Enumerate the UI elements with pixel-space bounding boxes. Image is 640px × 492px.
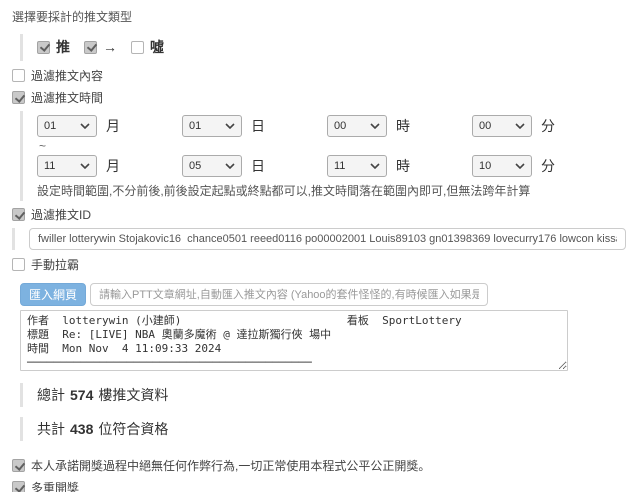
chevron-down-icon xyxy=(515,163,525,169)
to-month-select[interactable]: 11 xyxy=(37,155,97,177)
qualified-prefix: 共計 xyxy=(37,419,65,439)
total-suffix: 樓推文資料 xyxy=(98,385,168,405)
id-filter-row[interactable]: 過濾推文ID xyxy=(12,206,630,223)
time-filter-row[interactable]: 過濾推文時間 xyxy=(12,89,630,106)
chevron-down-icon xyxy=(80,123,90,129)
to-minute-select[interactable]: 10 xyxy=(472,155,532,177)
from-minute-select[interactable]: 00 xyxy=(472,115,532,137)
total-count: 574 xyxy=(70,387,93,403)
multi-draw-row[interactable]: 多重開獎 xyxy=(12,479,630,492)
to-hour-select[interactable]: 11 xyxy=(327,155,387,177)
lottery-tool-page: 選擇要採計的推文類型 推 → 噓 過濾推文內容 過濾推文時間 01 xyxy=(0,0,640,492)
time-range-group: 01 月 01 日 00 時 00 xyxy=(20,111,630,201)
day-unit-label: 日 xyxy=(251,116,265,136)
id-filter-label: 過濾推文ID xyxy=(31,206,91,223)
day-unit-label: 日 xyxy=(251,156,265,176)
month-unit-label: 月 xyxy=(106,156,120,176)
manual-slot-row[interactable]: 手動拉霸 xyxy=(12,256,630,273)
page-title: 選擇要採計的推文類型 xyxy=(12,8,630,25)
time-filter-label: 過濾推文時間 xyxy=(31,89,103,106)
qualified-count: 438 xyxy=(70,421,93,437)
time-filter-checkbox[interactable] xyxy=(12,91,25,104)
push-type-option-arrow[interactable]: → xyxy=(84,39,117,55)
article-content-textarea[interactable]: 作者 lotterywin (小建師) 看板 SportLottery 標題 R… xyxy=(20,310,568,371)
time-to-row: 11 月 05 日 11 時 10 xyxy=(37,155,630,177)
push-type-option-push[interactable]: 推 xyxy=(37,37,70,57)
chevron-down-icon xyxy=(225,163,235,169)
boo-checkbox[interactable] xyxy=(131,41,144,54)
content-filter-row[interactable]: 過濾推文內容 xyxy=(12,67,630,84)
minute-unit-label: 分 xyxy=(541,116,555,136)
push-label: 推 xyxy=(56,37,70,57)
total-prefix: 總計 xyxy=(37,385,65,405)
hour-unit-label: 時 xyxy=(396,116,410,136)
qualified-users-stat: 共計 438 位符合資格 xyxy=(20,417,630,441)
arrow-checkbox[interactable] xyxy=(84,41,97,54)
multi-draw-label: 多重開獎 xyxy=(31,479,79,492)
chevron-down-icon xyxy=(225,123,235,129)
push-checkbox[interactable] xyxy=(37,41,50,54)
manual-slot-label: 手動拉霸 xyxy=(31,256,79,273)
time-from-row: 01 月 01 日 00 時 00 xyxy=(37,115,630,137)
push-type-option-boo[interactable]: 噓 xyxy=(131,37,164,57)
time-range-separator: ~ xyxy=(39,139,630,153)
minute-unit-label: 分 xyxy=(541,156,555,176)
month-unit-label: 月 xyxy=(106,116,120,136)
time-range-note: 設定時間範圍,不分前後,前後設定起點或終點都可以,推文時間落在範圍內即可,但無法… xyxy=(37,182,630,199)
article-url-input[interactable] xyxy=(90,283,488,306)
to-day-select[interactable]: 05 xyxy=(182,155,242,177)
arrow-label: → xyxy=(103,39,117,55)
qualified-suffix: 位符合資格 xyxy=(98,419,168,439)
from-day-select[interactable]: 01 xyxy=(182,115,242,137)
fairness-promise-row[interactable]: 本人承諾開獎過程中絕無任何作弊行為,一切正常使用本程式公平公正開獎。 xyxy=(12,457,630,474)
from-hour-select[interactable]: 00 xyxy=(327,115,387,137)
fairness-promise-label: 本人承諾開獎過程中絕無任何作弊行為,一切正常使用本程式公平公正開獎。 xyxy=(31,457,430,474)
hour-unit-label: 時 xyxy=(396,156,410,176)
id-list-group xyxy=(12,228,630,250)
manual-slot-checkbox[interactable] xyxy=(12,258,25,271)
chevron-down-icon xyxy=(80,163,90,169)
id-filter-checkbox[interactable] xyxy=(12,208,25,221)
fairness-promise-checkbox[interactable] xyxy=(12,459,25,472)
chevron-down-icon xyxy=(370,163,380,169)
content-filter-label: 過濾推文內容 xyxy=(31,67,103,84)
total-comments-stat: 總計 574 樓推文資料 xyxy=(20,383,630,407)
multi-draw-checkbox[interactable] xyxy=(12,481,25,492)
from-month-select[interactable]: 01 xyxy=(37,115,97,137)
id-list-input[interactable] xyxy=(29,228,626,250)
import-row: 匯入網頁 xyxy=(20,283,630,306)
chevron-down-icon xyxy=(515,123,525,129)
chevron-down-icon xyxy=(370,123,380,129)
push-type-group: 推 → 噓 xyxy=(20,34,630,61)
boo-label: 噓 xyxy=(150,37,164,57)
content-filter-checkbox[interactable] xyxy=(12,69,25,82)
import-url-button[interactable]: 匯入網頁 xyxy=(20,283,86,306)
